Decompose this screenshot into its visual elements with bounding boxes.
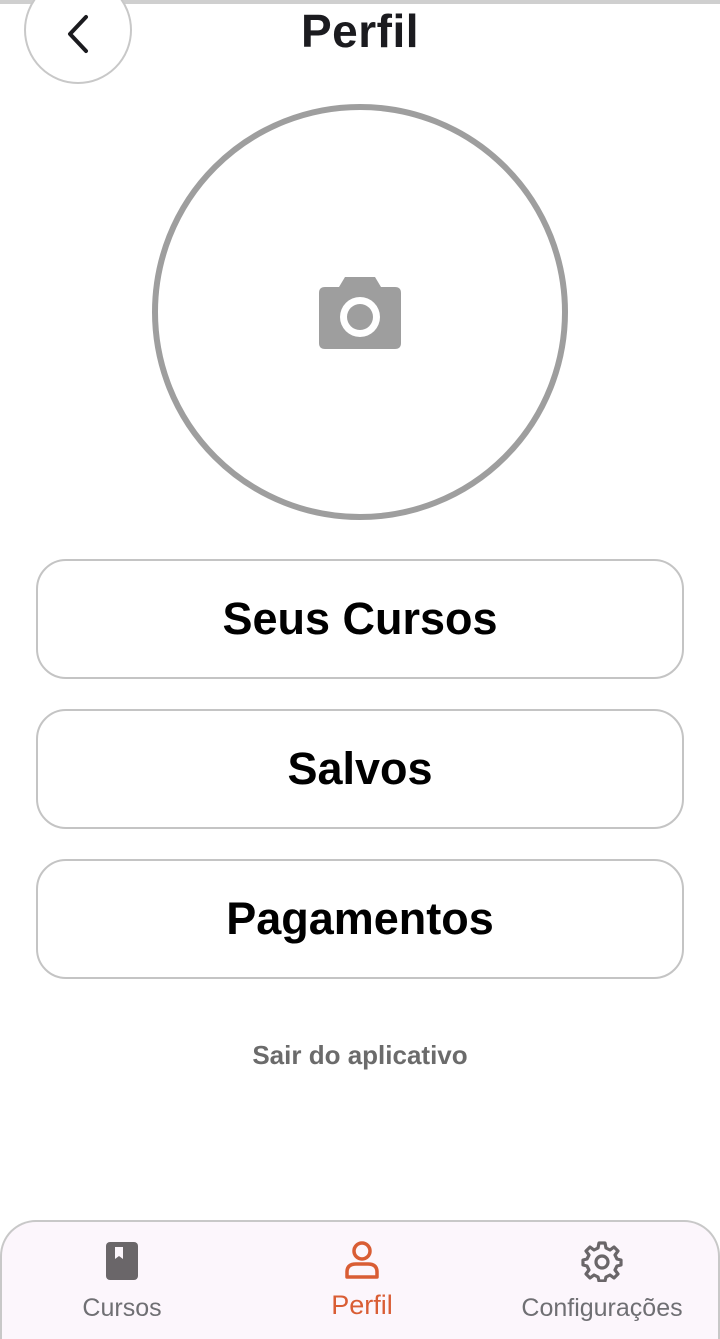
nav-item-settings[interactable]: Configurações (502, 1222, 702, 1339)
nav-label-courses: Cursos (82, 1294, 162, 1322)
gear-icon (581, 1241, 623, 1282)
my-courses-button[interactable]: Seus Cursos (36, 559, 684, 679)
book-icon (106, 1242, 138, 1280)
profile-photo-picker[interactable] (152, 104, 568, 520)
camera-icon (319, 277, 401, 349)
payments-button[interactable]: Pagamentos (36, 859, 684, 979)
nav-item-profile[interactable]: Perfil (282, 1222, 442, 1339)
nav-label-settings: Configurações (521, 1294, 683, 1322)
nav-label-profile: Perfil (331, 1290, 393, 1320)
nav-item-courses[interactable]: Cursos (42, 1222, 202, 1339)
bottom-navigation: Cursos Perfil Configurações (0, 1220, 720, 1339)
person-icon (345, 1241, 379, 1279)
page-title: Perfil (300, 5, 420, 57)
logout-link[interactable]: Sair do aplicativo (0, 1040, 720, 1071)
saved-button[interactable]: Salvos (36, 709, 684, 829)
